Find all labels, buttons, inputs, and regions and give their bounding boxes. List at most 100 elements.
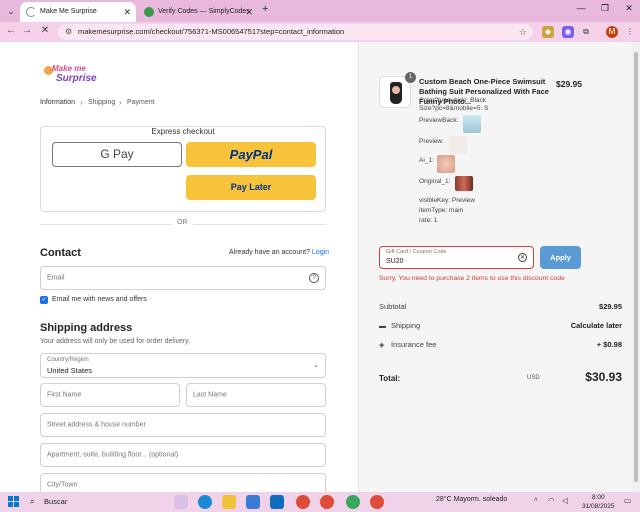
subtotal-value: $29.95 [599,302,622,311]
login-link[interactable]: Login [312,249,329,256]
apply-coupon-button[interactable]: Apply [540,246,581,269]
extension-icon[interactable]: ◉ [562,26,574,38]
edge-icon[interactable] [198,495,212,509]
total-label: Total: [379,374,401,383]
tab-make-me-surprise[interactable]: Make Me Surprise ✕ [20,2,136,22]
city-field[interactable]: City/Town [40,473,326,492]
tab-verify-codes[interactable]: Verify Codes — SimplyCodes ✕ [138,2,258,22]
or-separator: OR [172,219,193,226]
insurance-row: ◈ Insurance fee [379,340,436,349]
truck-icon: ▬ [379,323,386,330]
breadcrumb-information[interactable]: Information [40,99,75,106]
shield-icon: ◈ [379,342,385,349]
country-select[interactable]: Country/Region United States ⌄ [40,353,326,378]
quantity-badge: 1 [405,72,416,83]
profile-avatar[interactable]: M [606,26,618,38]
preview-back-thumbnail[interactable] [463,115,481,133]
weather-widget[interactable]: 28°C Mayorm. soleado [436,496,507,503]
chrome-icon[interactable] [346,495,360,509]
new-tab-button[interactable]: + [262,3,268,15]
restore-icon[interactable]: ❐ [598,3,612,14]
product-option: Color?type=hide: Black [419,97,487,104]
email-news-label: Email me with news and offers [52,296,147,303]
express-checkout: Express checkout G Pay PayPal Pay Later [40,126,326,212]
file-explorer-icon[interactable] [222,495,236,509]
product-option: Size?pc=8&mobile=5: S [419,105,489,112]
site-info-icon[interactable]: ⚙ [65,24,72,40]
contact-heading: Contact [40,247,81,259]
tab-title: Make Me Surprise [40,8,97,15]
insurance-label: Insurance fee [391,340,437,349]
simplycodes-icon [144,7,154,17]
breadcrumb-shipping: Shipping [88,99,116,106]
product-option: Original_1: [419,178,451,185]
shipping-address-heading: Shipping address [40,322,133,334]
close-tab-icon[interactable]: ✕ [123,2,131,22]
original-photo-thumbnail[interactable] [455,176,473,191]
forward-icon[interactable]: → [20,25,34,36]
total-currency: USD [527,375,540,381]
chevron-right-icon: › [80,98,83,107]
minimize-icon[interactable]: — [574,3,588,13]
tab-title: Verify Codes — SimplyCodes [158,8,250,15]
help-icon[interactable]: ? [309,273,319,283]
outlook-icon[interactable] [270,495,284,509]
close-tab-icon[interactable]: ✕ [245,2,253,22]
paypal-button[interactable]: PayPal [186,142,316,167]
store-icon[interactable] [246,495,260,509]
paypal-pay-later-button[interactable]: Pay Later [186,175,316,200]
apartment-field[interactable]: Apartment, suite, building floor... (opt… [40,443,326,467]
email-field[interactable]: Email ? [40,266,326,290]
wifi-icon[interactable]: ◠ [548,496,555,505]
account-prompt: Already have an account? Login [229,249,330,256]
checkout-main: Make me Surprise Information › Shipping … [0,42,358,492]
taskbar-search[interactable]: ⌕ Buscar [26,495,136,509]
shipping-note: Your address will only be used for order… [40,338,191,345]
address-bar[interactable]: ⚙ makemesurprise.com/checkout/756371-MS0… [58,24,533,40]
windows-start-icon[interactable] [8,496,20,508]
coupon-label: Gift Card / Coupon Code [386,249,447,255]
close-window-icon[interactable]: ✕ [622,3,636,14]
chrome-icon[interactable] [296,495,310,509]
country-label: Country/Region [47,357,89,363]
clear-coupon-icon[interactable]: ✕ [518,253,527,262]
back-icon[interactable]: ← [4,25,18,36]
stop-loading-icon[interactable]: ✕ [38,25,52,36]
extensions-puzzle-icon[interactable]: ⧉ [580,26,592,38]
chevron-down-icon: ⌄ [313,362,319,369]
store-logo[interactable]: Make me Surprise [42,62,97,88]
shipping-value: Calculate later [570,321,622,330]
email-placeholder: Email [47,274,65,282]
shipping-row: ▬ Shipping [379,321,420,330]
bookmark-star-icon[interactable]: ☆ [519,24,527,40]
preview-thumbnail[interactable] [449,136,467,154]
order-summary: 1 Custom Beach One-Piece Swimsuit Bathin… [358,42,632,492]
email-news-checkbox[interactable]: ✓ [40,296,48,304]
google-pay-button[interactable]: G Pay [52,142,182,167]
insurance-value: + $0.98 [596,340,622,349]
chevron-up-icon[interactable]: ^ [534,496,538,505]
notification-icon[interactable]: ▭ [624,496,631,505]
subtotal-label: Subtotal [379,302,407,311]
loading-icon [26,7,36,17]
first-name-field[interactable]: First Name [40,383,180,407]
last-name-field[interactable]: Last Name [186,383,326,407]
clock[interactable]: 8:00 31/08/2025 [582,493,615,511]
chrome-icon[interactable] [370,495,384,509]
task-view-icon[interactable] [174,495,188,509]
volume-icon[interactable]: ◁ [562,496,568,505]
coupon-code-field[interactable]: Gift Card / Coupon Code SU20 ✕ [379,246,534,269]
product-option: rate: 1 [419,217,438,224]
extension-icon[interactable]: ◆ [542,26,554,38]
breadcrumb-payment: Payment [127,99,155,106]
ai-face-thumbnail[interactable] [437,155,455,173]
country-value: United States [47,366,93,375]
street-address-field[interactable]: Street address & house number [40,413,326,437]
url-text: makemesurprise.com/checkout/756371-MS006… [78,27,345,36]
page-scrollbar[interactable] [632,42,640,492]
product-price: $29.95 [556,79,582,89]
menu-kebab-icon[interactable]: ⋮ [624,26,636,38]
tab-search-chevron-icon[interactable]: ⌄ [4,4,18,18]
chrome-icon[interactable] [320,495,334,509]
windows-taskbar: ⌕ Buscar 28°C Mayorm. soleado ^ ◠ ◁ 8:00… [0,492,640,512]
